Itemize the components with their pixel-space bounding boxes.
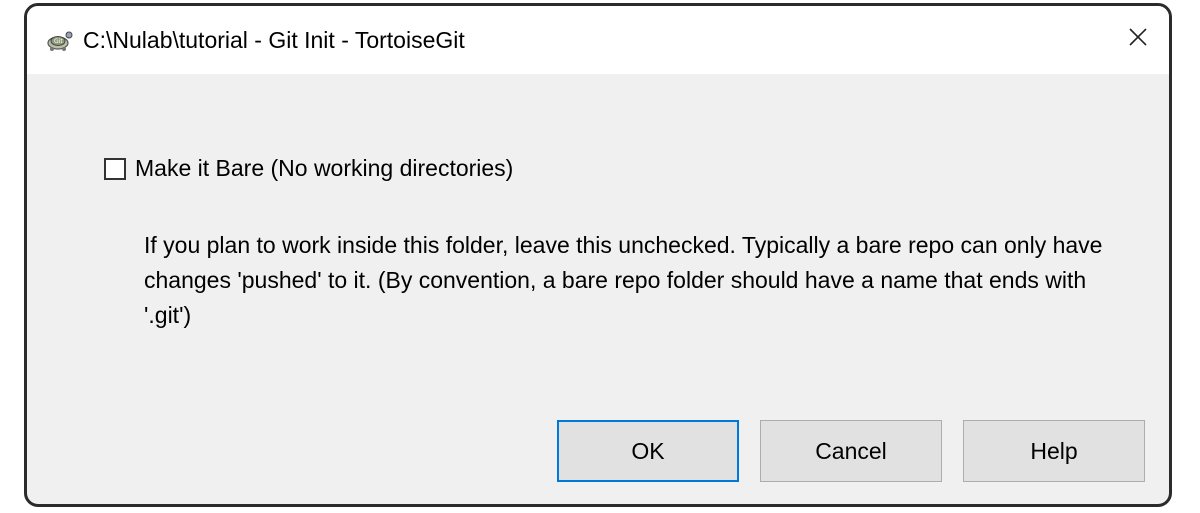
close-button[interactable] [1121,22,1155,56]
close-icon [1128,27,1148,52]
bare-checkbox-row[interactable]: Make it Bare (No working directories) [104,155,513,182]
tortoisegit-icon: Git [44,28,74,52]
cancel-button[interactable]: Cancel [760,420,942,482]
window-title: C:\Nulab\tutorial - Git Init - TortoiseG… [83,27,465,53]
svg-text:Git: Git [54,38,63,45]
ok-button[interactable]: OK [557,420,739,482]
git-init-dialog: Git C:\Nulab\tutorial - Git Init - Torto… [24,3,1172,507]
bare-checkbox[interactable] [104,157,126,180]
bare-checkbox-label[interactable]: Make it Bare (No working directories) [135,155,513,182]
help-button[interactable]: Help [963,420,1145,482]
title-bar[interactable]: Git C:\Nulab\tutorial - Git Init - Torto… [27,6,1169,74]
bare-description: If you plan to work inside this folder, … [144,232,1103,328]
